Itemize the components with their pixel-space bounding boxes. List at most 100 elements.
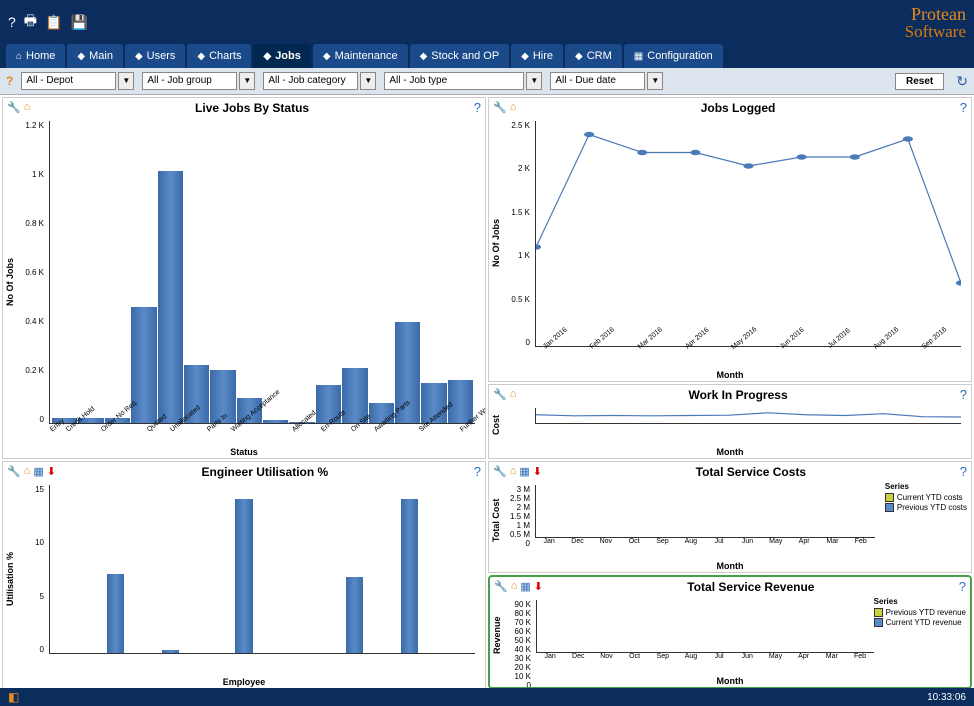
tab-main[interactable]: ◆Main — [67, 44, 123, 68]
filter-help-icon[interactable]: ? — [6, 74, 13, 88]
wrench-icon[interactable]: 🔧 — [7, 101, 21, 114]
tab-jobs[interactable]: ◆Jobs — [253, 44, 310, 68]
tab-icon: ◆ — [77, 51, 85, 62]
home-icon[interactable]: ⌂ — [24, 465, 31, 478]
help-icon[interactable]: ? — [474, 100, 481, 115]
grid-icon[interactable]: ▦ — [519, 465, 529, 478]
panel-header: 🔧⌂▦ ⬇ Engineer Utilisation %? — [3, 462, 485, 481]
tab-maintenance[interactable]: ◆Maintenance — [313, 44, 408, 68]
tab-charts[interactable]: ◆Charts — [187, 44, 251, 68]
down-arrow-icon[interactable]: ⬇ — [534, 580, 543, 593]
help-icon[interactable]: ? — [960, 464, 967, 479]
chart-title: Jobs Logged — [520, 101, 955, 115]
filter-jobcategory[interactable]: All - Job category▼ — [263, 72, 376, 90]
bar[interactable] — [107, 574, 124, 653]
copy-icon[interactable]: 📋 — [45, 14, 62, 31]
tab-icon: ◆ — [323, 51, 331, 62]
x-axis: EntryCredit HoldOrder No Req.QuotedUnall… — [49, 424, 475, 442]
home-icon[interactable]: ⌂ — [510, 465, 517, 478]
tab-hire[interactable]: ◆Hire — [511, 44, 563, 68]
home-icon[interactable]: ⌂ — [24, 101, 31, 114]
rss-icon[interactable]: ◧ — [8, 690, 19, 704]
reset-button[interactable]: Reset — [895, 73, 944, 90]
bar[interactable] — [346, 577, 363, 653]
home-icon[interactable]: ⌂ — [511, 580, 518, 593]
save-icon[interactable]: 💾 — [70, 14, 87, 31]
tab-crm[interactable]: ◆CRM — [565, 44, 622, 68]
dropdown-icon[interactable]: ▼ — [118, 72, 134, 90]
bar[interactable] — [401, 499, 418, 653]
x-axis-label: Month — [489, 369, 971, 381]
wrench-icon[interactable]: 🔧 — [493, 101, 507, 114]
wrench-icon[interactable]: 🔧 — [493, 388, 507, 401]
home-icon[interactable]: ⌂ — [510, 101, 517, 114]
wrench-icon[interactable]: 🔧 — [7, 465, 21, 478]
chart-body: Utilisation %151050 — [3, 481, 485, 676]
x-axis: JanDecNovOctSepAugJulJunMayAprMarFeb — [535, 538, 875, 556]
print-icon[interactable]: 🖶 — [24, 10, 37, 34]
panel-tools: 🔧⌂▦ ⬇ — [7, 465, 56, 478]
home-icon[interactable]: ⌂ — [510, 388, 517, 401]
x-axis-label: Status — [3, 446, 485, 458]
bar[interactable] — [235, 499, 252, 653]
tab-stock-and-op[interactable]: ◆Stock and OP — [410, 44, 510, 68]
help-icon[interactable]: ? — [960, 387, 967, 402]
tab-users[interactable]: ◆Users — [125, 44, 185, 68]
help-icon[interactable]: ? — [959, 579, 966, 594]
refresh-icon[interactable]: ↻ — [956, 73, 968, 90]
plot-area: 151050 — [19, 485, 477, 672]
filter-jobgroup[interactable]: All - Job group▼ — [142, 72, 255, 90]
panel-costs: 🔧⌂▦⬇Total Service Costs?Total Cost3 M2.5… — [488, 461, 972, 573]
dropdown-icon[interactable]: ▼ — [647, 72, 663, 90]
tab-icon: ⌂ — [16, 51, 22, 62]
y-axis-label: No Of Jobs — [489, 117, 503, 369]
filter-depot[interactable]: All - Depot▼ — [21, 72, 134, 90]
dashboard: 🔧⌂Live Jobs By Status?No Of Jobs1.2 K1 K… — [0, 95, 974, 691]
chart-title: Engineer Utilisation % — [60, 465, 470, 479]
dropdown-icon[interactable]: ▼ — [360, 72, 376, 90]
wrench-icon[interactable]: 🔧 — [493, 465, 507, 478]
panel-wip: 🔧⌂Work In Progress?CostMonth — [488, 384, 972, 459]
tab-home[interactable]: ⌂Home — [6, 44, 65, 68]
bar[interactable] — [263, 420, 288, 423]
panel-header: 🔧⌂Live Jobs By Status? — [3, 98, 485, 117]
y-axis-label: No Of Jobs — [3, 117, 17, 446]
x-axis: Jan 2016Feb 2016Mar 2016Apr 2016May 2016… — [535, 347, 961, 365]
panel-header: 🔧⌂▦ ⬇ Total Service Costs? — [489, 462, 971, 481]
tab-icon: ◆ — [575, 51, 583, 62]
help-icon[interactable]: ? — [960, 100, 967, 115]
dropdown-icon[interactable]: ▼ — [526, 72, 542, 90]
panel-liveJobs: 🔧⌂Live Jobs By Status?No Of Jobs1.2 K1 K… — [2, 97, 486, 459]
y-axis-label: Utilisation % — [3, 481, 17, 676]
chart-title: Total Service Costs — [546, 465, 956, 479]
help-icon[interactable]: ? — [8, 14, 16, 30]
chart-title: Work In Progress — [520, 388, 955, 402]
y-axis-label: Cost — [489, 404, 503, 446]
filter-duedate[interactable]: All - Due date▼ — [550, 72, 663, 90]
brand-line1: Protean — [905, 5, 966, 23]
wrench-icon[interactable]: 🔧 — [494, 580, 508, 593]
grid-icon[interactable]: ▦ — [520, 580, 530, 593]
down-arrow-icon[interactable]: ⬇ — [47, 465, 56, 478]
plot-area: 1.2 K1 K0.8 K0.6 K0.4 K0.2 K0EntryCredit… — [19, 121, 477, 442]
legend-swatch — [885, 503, 894, 512]
plot-area — [505, 408, 963, 442]
x-axis-label: Month — [490, 675, 970, 687]
tab-icon: ◆ — [135, 51, 143, 62]
panel-revenue: 🔧⌂▦⬇Total Service Revenue?Revenue90 K80 … — [488, 575, 972, 689]
bar[interactable] — [162, 650, 179, 653]
down-arrow-icon[interactable]: ⬇ — [533, 465, 542, 478]
panel-header: 🔧⌂Work In Progress? — [489, 385, 971, 404]
tab-configuration[interactable]: ▦Configuration — [624, 44, 723, 68]
bar[interactable] — [158, 171, 183, 423]
grid-icon[interactable]: ▦ — [33, 465, 43, 478]
filter-jobtype[interactable]: All - Job type▼ — [384, 72, 542, 90]
dropdown-icon[interactable]: ▼ — [239, 72, 255, 90]
legend-swatch — [874, 608, 883, 617]
header-toolbar: ? 🖶 📋 💾 — [8, 10, 88, 34]
x-axis-label: Employee — [3, 676, 485, 688]
help-icon[interactable]: ? — [474, 464, 481, 479]
clock: 10:33:06 — [927, 692, 966, 703]
chart-body: Cost — [489, 404, 971, 446]
panel-tools: 🔧⌂▦ ⬇ — [494, 580, 543, 593]
